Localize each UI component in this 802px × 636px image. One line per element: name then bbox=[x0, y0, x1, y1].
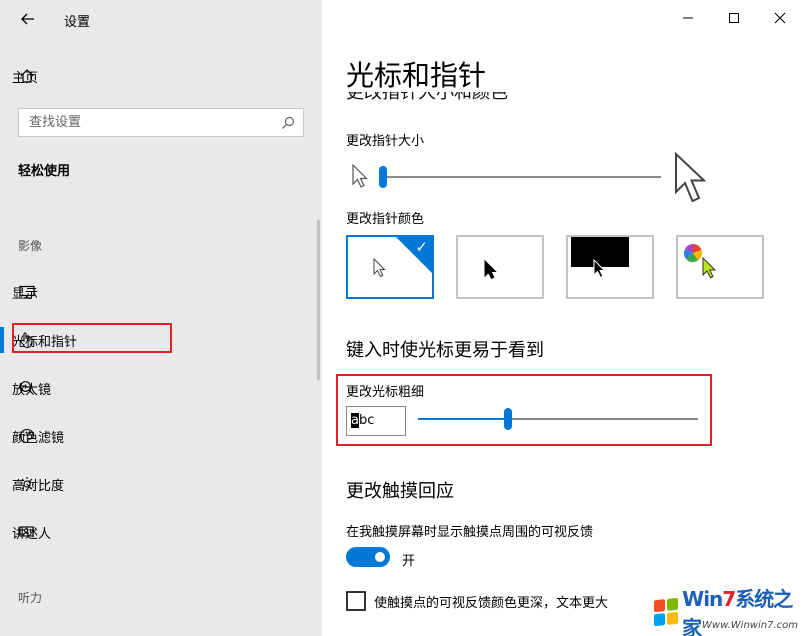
touch-feedback-toggle[interactable] bbox=[346, 547, 390, 567]
sidebar-item-label: 高对比度 bbox=[12, 478, 65, 494]
home-link[interactable]: 主页 bbox=[0, 58, 322, 94]
back-button[interactable] bbox=[18, 10, 38, 30]
cursor-heading: 键入时使光标更易于看到 bbox=[346, 340, 544, 361]
partial-heading-text: 更改指针大小和颜色 bbox=[346, 92, 508, 103]
pointer-color-black-option[interactable] bbox=[456, 235, 544, 299]
close-button[interactable] bbox=[770, 8, 790, 28]
cursor-preview: abc bbox=[346, 406, 406, 436]
white-pointer-icon bbox=[373, 258, 386, 278]
small-pointer-icon bbox=[352, 163, 368, 192]
sidebar-item-cursor-pointer[interactable]: 光标和指针 bbox=[0, 322, 322, 358]
pointer-size-label: 更改指针大小 bbox=[346, 134, 425, 149]
cursor-preview-caret: a bbox=[351, 413, 359, 428]
sidebar-item-magnifier[interactable]: 放大镜 bbox=[0, 370, 322, 406]
pointer-size-thumb[interactable] bbox=[379, 166, 387, 188]
sidebar-item-color-filters[interactable]: 颜色滤镜 bbox=[0, 418, 322, 454]
section-title: 轻松使用 bbox=[18, 164, 71, 179]
slider-track bbox=[512, 418, 698, 420]
minimize-button[interactable] bbox=[678, 8, 698, 28]
touch-feedback-label: 在我触摸屏幕时显示触摸点周围的可视反馈 bbox=[346, 525, 594, 540]
group-label-vision: 影像 bbox=[18, 239, 43, 253]
sidebar: 设置 主页 轻松使用 影像 显示 光标和指针 放大镜 bbox=[0, 0, 322, 636]
watermark: Win7系统之家 Www.Winwin7.com bbox=[652, 587, 802, 636]
page-title: 光标和指针 bbox=[346, 59, 487, 92]
back-arrow-icon bbox=[21, 13, 34, 25]
app-title: 设置 bbox=[64, 15, 91, 30]
watermark-brand-digit: 7 bbox=[722, 587, 736, 611]
sidebar-item-label: 显示 bbox=[12, 286, 39, 302]
darker-feedback-checkbox[interactable] bbox=[346, 591, 366, 611]
home-label: 主页 bbox=[12, 70, 39, 86]
pointer-color-custom-option[interactable] bbox=[676, 235, 764, 299]
toggle-state-label: 开 bbox=[402, 554, 416, 569]
search-icon bbox=[281, 115, 295, 134]
sidebar-item-display[interactable]: 显示 bbox=[0, 274, 322, 310]
watermark-sub: Www.Winwin7.com bbox=[702, 620, 798, 631]
sidebar-item-label: 讲述人 bbox=[12, 526, 52, 542]
toggle-knob bbox=[375, 552, 385, 562]
partial-heading: 更改指针大小和颜色 bbox=[346, 92, 566, 104]
color-wheel-icon bbox=[683, 243, 703, 263]
cursor-preview-text: bc bbox=[358, 413, 375, 428]
maximize-button[interactable] bbox=[724, 8, 744, 28]
pointer-color-inverted-option[interactable] bbox=[566, 235, 654, 299]
minimize-icon bbox=[683, 17, 693, 19]
darker-feedback-label: 使触摸点的可视反馈颜色更深，文本更大 bbox=[374, 596, 609, 611]
touch-heading: 更改触摸回应 bbox=[346, 481, 454, 502]
search-input[interactable] bbox=[19, 109, 269, 136]
slider-track bbox=[387, 176, 661, 178]
pointer-color-label: 更改指针颜色 bbox=[346, 212, 425, 227]
group-label-hearing: 听力 bbox=[18, 591, 43, 605]
checkmark-icon: ✓ bbox=[415, 238, 428, 256]
sidebar-item-label: 放大镜 bbox=[12, 382, 52, 398]
pointer-color-white-option[interactable]: ✓ bbox=[346, 235, 434, 299]
sidebar-item-narrator[interactable]: 讲述人 bbox=[0, 514, 322, 550]
large-pointer-icon bbox=[674, 151, 710, 208]
watermark-brand-prefix: Win bbox=[682, 587, 723, 611]
cursor-thickness-thumb[interactable] bbox=[504, 408, 512, 430]
windows-logo-icon bbox=[654, 597, 679, 627]
sidebar-item-label: 光标和指针 bbox=[12, 334, 78, 350]
sidebar-item-high-contrast[interactable]: 高对比度 bbox=[0, 466, 322, 502]
sidebar-item-label: 颜色滤镜 bbox=[12, 430, 65, 446]
maximize-icon bbox=[729, 13, 739, 23]
custom-pointer-icon bbox=[702, 257, 717, 279]
close-icon bbox=[774, 12, 786, 24]
search-box[interactable] bbox=[18, 108, 304, 137]
black-pointer-icon bbox=[484, 260, 497, 280]
cursor-thickness-label: 更改光标粗细 bbox=[346, 385, 425, 400]
inverted-pointer-icon bbox=[593, 259, 606, 279]
slider-fill bbox=[418, 418, 504, 420]
sidebar-scrollbar[interactable] bbox=[317, 220, 320, 380]
